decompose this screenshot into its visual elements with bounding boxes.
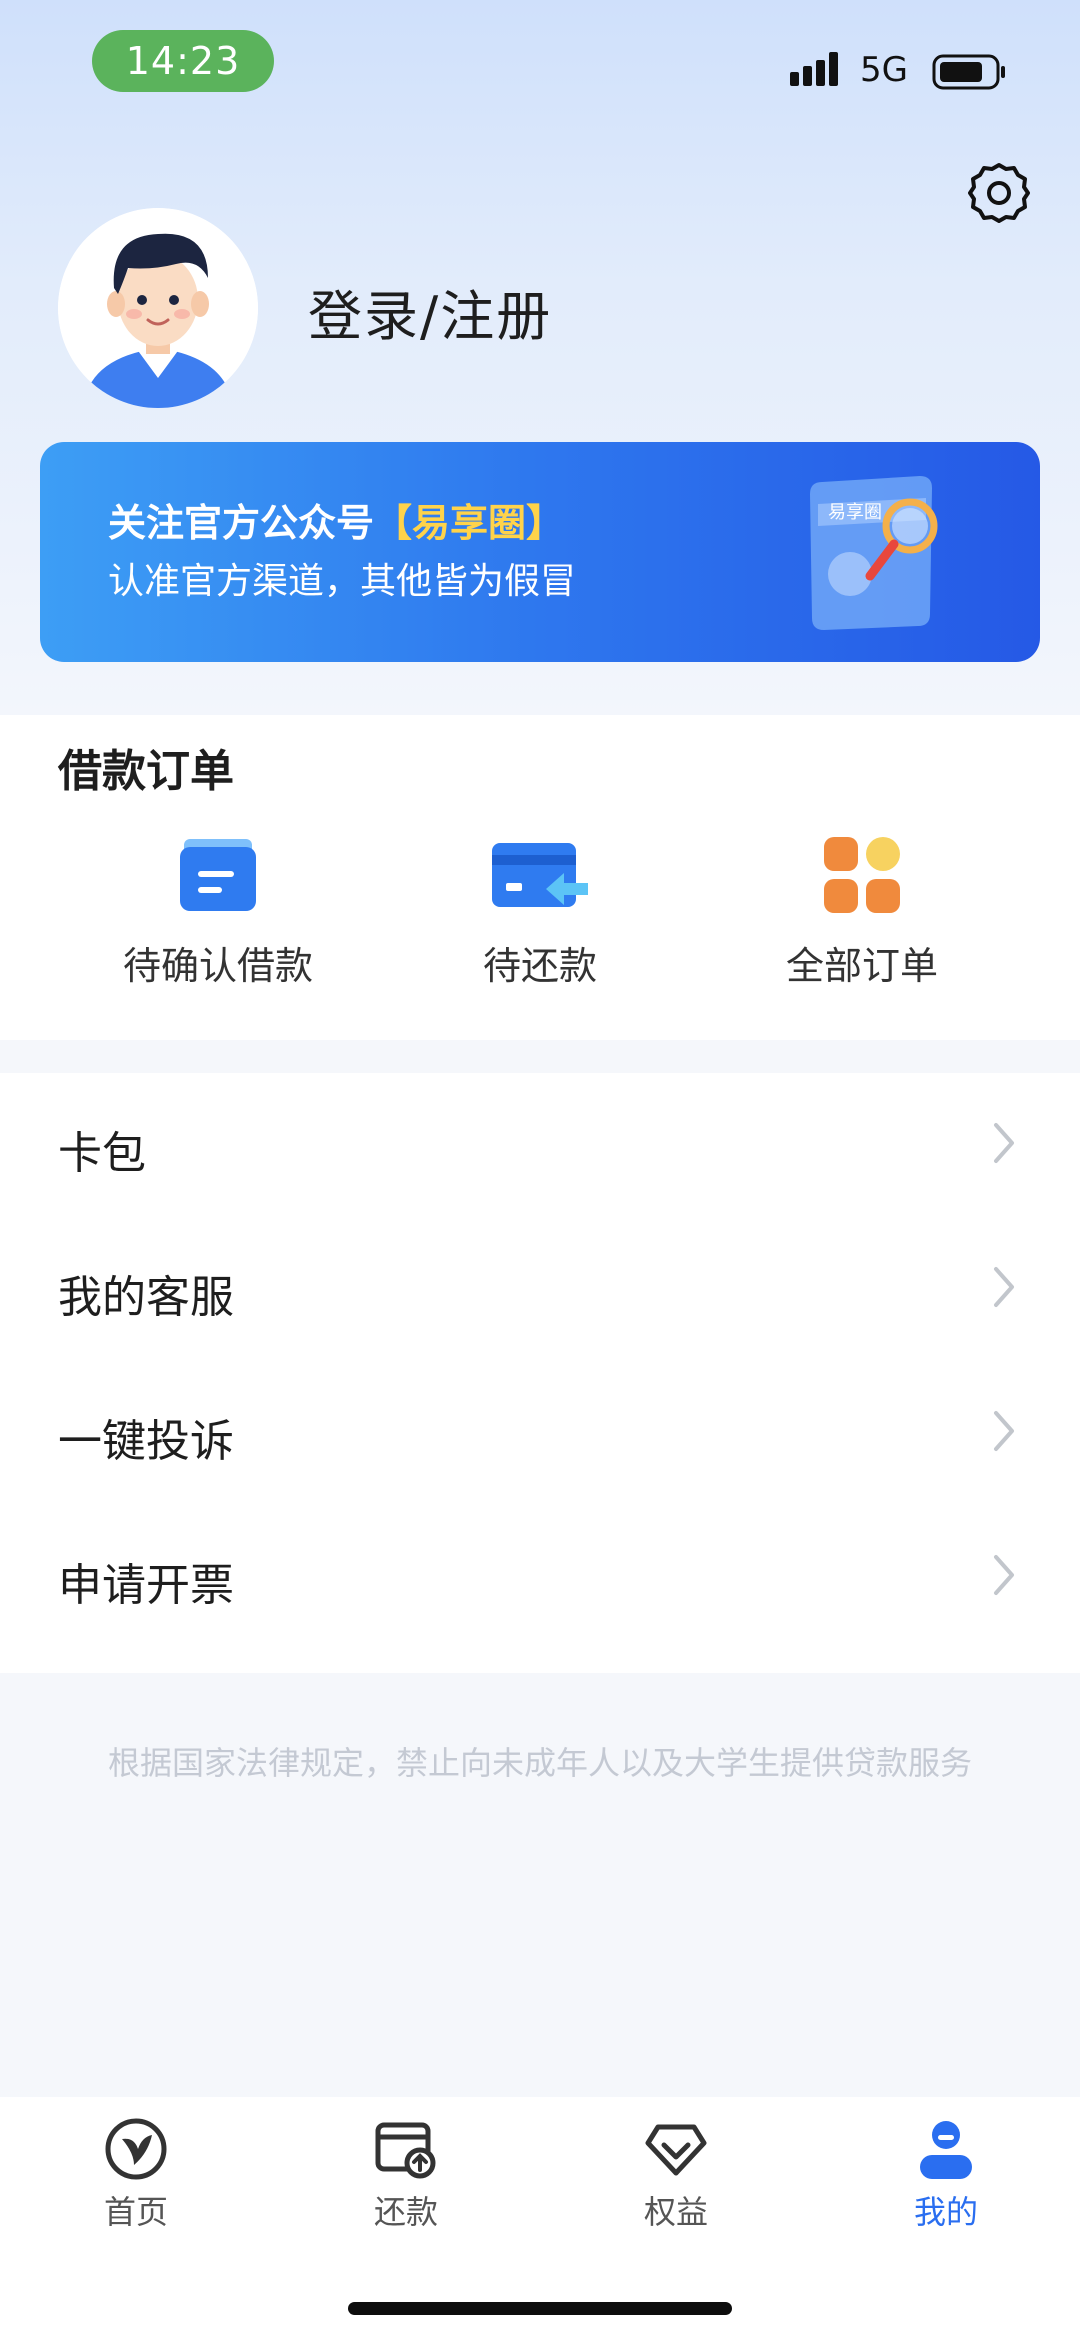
avatar[interactable]: [58, 208, 258, 408]
repay-icon: [375, 2122, 436, 2179]
tab-benefits-label: 权益: [643, 2193, 708, 2231]
banner-subtitle: 认准官方渠道，其他皆为假冒: [108, 561, 577, 602]
tab-repay-label: 还款: [373, 2193, 438, 2231]
menu-item-invoice[interactable]: 申请开票: [0, 1505, 1080, 1649]
banner-art-label: 易享圈: [828, 502, 882, 522]
menu-item-card-wallet[interactable]: 卡包: [0, 1073, 1080, 1217]
signal-icon: [790, 52, 838, 86]
chevron-right-icon: [994, 1411, 1014, 1451]
order-all[interactable]: 全部订单: [712, 835, 1012, 990]
tab-profile[interactable]: 我的: [846, 2117, 1046, 2233]
loan-orders-section: 借款订单 待确认借款 待还款 全部订单: [0, 715, 1080, 1040]
tab-home[interactable]: 首页: [36, 2117, 236, 2233]
official-account-banner[interactable]: 关注官方公众号【易享圈】 认准官方渠道，其他皆为假冒 易享圈: [40, 442, 1040, 662]
settings-gear-icon[interactable]: [966, 160, 1032, 226]
benefits-diamond-icon: [645, 2124, 707, 2176]
pending-loan-icon: [180, 839, 256, 911]
home-logo-icon: [105, 2118, 167, 2180]
order-pending-repay[interactable]: 待还款: [390, 835, 690, 990]
menu-item-label: 我的客服: [58, 1272, 234, 1323]
order-pending-confirm-label: 待确认借款: [122, 944, 313, 988]
banner-title-highlight: 【易享圈】: [374, 501, 565, 545]
tab-repay[interactable]: 还款: [306, 2117, 506, 2233]
menu-item-complaint[interactable]: 一键投诉: [0, 1361, 1080, 1505]
tab-home-label: 首页: [103, 2193, 168, 2231]
banner-search-card-icon: 易享圈: [810, 476, 938, 630]
menu-item-label: 申请开票: [58, 1560, 234, 1611]
login-register-link[interactable]: 登录/注册: [308, 272, 552, 351]
repay-card-icon: [492, 843, 588, 907]
status-time: 14:23: [92, 30, 274, 92]
battery-icon: [932, 54, 1005, 90]
menu-list: 卡包 我的客服 一键投诉 申请开票: [0, 1073, 1080, 1673]
order-pending-repay-label: 待还款: [482, 944, 597, 988]
avatar-illustration-icon: [58, 208, 258, 408]
loan-orders-title: 借款订单: [58, 746, 234, 797]
banner-title-prefix: 关注官方公众号: [108, 501, 375, 545]
chevron-right-icon: [994, 1123, 1014, 1163]
chevron-right-icon: [994, 1555, 1014, 1595]
home-indicator: [348, 2302, 732, 2315]
legal-disclaimer: 根据国家法律规定，禁止向未成年人以及大学生提供贷款服务: [107, 1744, 972, 1782]
order-all-label: 全部订单: [785, 944, 938, 988]
all-orders-icon: [824, 837, 900, 913]
menu-item-customer-service[interactable]: 我的客服: [0, 1217, 1080, 1361]
chevron-right-icon: [994, 1267, 1014, 1307]
banner-title: 关注官方公众号【易享圈】: [108, 492, 564, 547]
profile-icon: [920, 2121, 972, 2179]
network-label: 5G: [860, 50, 908, 90]
tab-profile-label: 我的: [913, 2193, 978, 2231]
order-pending-confirm[interactable]: 待确认借款: [68, 835, 368, 990]
menu-item-label: 卡包: [58, 1128, 146, 1179]
menu-item-label: 一键投诉: [58, 1416, 234, 1467]
tab-benefits[interactable]: 权益: [576, 2117, 776, 2233]
bottom-tab-bar: 首页 还款 权益 我的: [0, 2097, 1080, 2337]
